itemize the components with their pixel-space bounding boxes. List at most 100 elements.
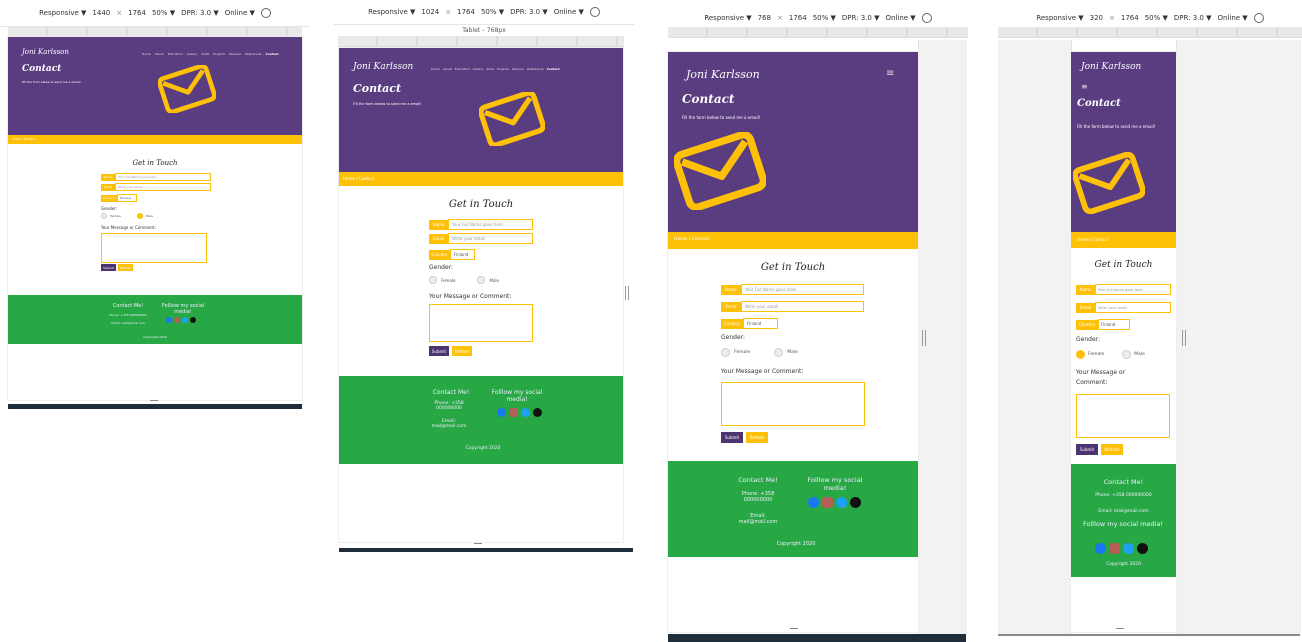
email-input[interactable]: Write your email: [115, 183, 211, 191]
breadcrumb-text[interactable]: Home / Contact: [674, 237, 709, 242]
github-icon[interactable]: [533, 408, 542, 417]
facebook-icon[interactable]: [808, 497, 819, 508]
dpr-dropdown[interactable]: DPR: 3.0 ▼: [181, 9, 219, 17]
rotate-icon[interactable]: [1253, 13, 1264, 23]
message-textarea[interactable]: [721, 382, 865, 426]
hamburger-icon[interactable]: ≡: [1081, 82, 1088, 91]
instagram-icon[interactable]: [509, 408, 518, 417]
zoom-dropdown[interactable]: 50% ▼: [1145, 14, 1168, 22]
refresh-button[interactable]: Refresh: [746, 432, 768, 443]
width-input[interactable]: 768: [758, 14, 771, 22]
bottom-resize-handle[interactable]: [1116, 628, 1124, 629]
message-textarea[interactable]: [101, 233, 207, 263]
email-input[interactable]: Write your email: [741, 301, 864, 312]
female-radio[interactable]: [1076, 350, 1085, 359]
twitter-icon[interactable]: [836, 497, 847, 508]
responsive-dropdown[interactable]: Responsive ▼: [1036, 14, 1083, 22]
height-input[interactable]: 1764: [457, 8, 475, 16]
responsive-dropdown[interactable]: Responsive ▼: [704, 14, 751, 22]
breadcrumb-text[interactable]: Home / Contact: [12, 137, 35, 141]
nav-education[interactable]: Education: [168, 52, 183, 56]
submit-button[interactable]: Submit: [429, 346, 449, 356]
dpr-dropdown[interactable]: DPR: 3.0 ▼: [510, 8, 548, 16]
instagram-icon[interactable]: [822, 497, 833, 508]
rotate-icon[interactable]: [921, 13, 932, 23]
female-radio[interactable]: [429, 276, 437, 284]
nav-resume[interactable]: Resume: [229, 52, 241, 56]
breadcrumb-text[interactable]: Home / Contact: [1077, 237, 1108, 242]
message-textarea[interactable]: [429, 304, 533, 342]
country-select[interactable]: Finland: [117, 194, 137, 202]
github-icon[interactable]: [190, 317, 196, 323]
height-input[interactable]: 1764: [1121, 14, 1139, 22]
bottom-resize-handle[interactable]: [790, 628, 798, 629]
email-input[interactable]: Write your email: [448, 233, 533, 244]
submit-button[interactable]: Submit: [721, 432, 743, 443]
brand[interactable]: Joni Karlsson: [1081, 62, 1141, 72]
country-select[interactable]: Finland: [450, 249, 475, 260]
brand[interactable]: Joni Karlsson: [686, 68, 760, 81]
facebook-icon[interactable]: [1095, 543, 1106, 554]
side-resize-handle[interactable]: [922, 330, 926, 346]
name-input[interactable]: Your Full Name goes here: [1095, 284, 1171, 295]
nav-contact[interactable]: Contact: [266, 52, 279, 56]
name-input[interactable]: Your Full Name goes here: [448, 219, 533, 230]
facebook-icon[interactable]: [497, 408, 506, 417]
twitter-icon[interactable]: [182, 317, 188, 323]
width-input[interactable]: 1440: [92, 9, 110, 17]
github-icon[interactable]: [1137, 543, 1148, 554]
network-dropdown[interactable]: Online ▼: [1217, 14, 1247, 22]
brand[interactable]: Joni Karlsson: [353, 62, 413, 72]
facebook-icon[interactable]: [166, 317, 172, 323]
male-radio[interactable]: [1122, 350, 1132, 359]
submit-button[interactable]: Submit: [101, 264, 116, 271]
zoom-dropdown[interactable]: 50% ▼: [152, 9, 175, 17]
nav-resume[interactable]: Resume: [512, 67, 524, 71]
responsive-dropdown[interactable]: Responsive ▼: [368, 8, 415, 16]
dpr-dropdown[interactable]: DPR: 3.0 ▼: [842, 14, 880, 22]
width-input[interactable]: 1024: [421, 8, 439, 16]
nav-home[interactable]: Home: [142, 52, 151, 56]
dpr-dropdown[interactable]: DPR: 3.0 ▼: [1174, 14, 1212, 22]
bottom-resize-handle[interactable]: [474, 543, 482, 544]
name-input[interactable]: Your Full Name goes here: [115, 173, 211, 181]
network-dropdown[interactable]: Online ▼: [885, 14, 915, 22]
breadcrumb-text[interactable]: Home / Contact: [343, 176, 374, 181]
width-input[interactable]: 320: [1090, 14, 1103, 22]
nav-references[interactable]: References: [527, 67, 544, 71]
twitter-icon[interactable]: [521, 408, 530, 417]
brand[interactable]: Joni Karlsson: [22, 48, 69, 56]
name-input[interactable]: Your Full Name goes here: [741, 284, 864, 295]
nav-projects[interactable]: Projects: [213, 52, 225, 56]
nav-home[interactable]: Home: [431, 67, 440, 71]
side-resize-handle[interactable]: [1182, 330, 1186, 346]
nav-projects[interactable]: Projects: [497, 67, 509, 71]
male-radio[interactable]: [774, 348, 784, 357]
instagram-icon[interactable]: [174, 317, 180, 323]
twitter-icon[interactable]: [1123, 543, 1134, 554]
submit-button[interactable]: Submit: [1076, 444, 1098, 455]
nav-about[interactable]: About: [443, 67, 452, 71]
email-input[interactable]: Write your email: [1095, 302, 1171, 313]
nav-gallery[interactable]: Gallery: [187, 52, 198, 56]
github-icon[interactable]: [850, 497, 861, 508]
nav-references[interactable]: References: [245, 52, 262, 56]
message-textarea[interactable]: [1076, 394, 1170, 438]
network-dropdown[interactable]: Online ▼: [554, 8, 584, 16]
nav-education[interactable]: Education: [455, 67, 470, 71]
nav-skills[interactable]: Skills: [486, 67, 494, 71]
country-select[interactable]: Finland: [1098, 319, 1130, 330]
refresh-button[interactable]: Refresh: [118, 264, 133, 271]
nav-gallery[interactable]: Gallery: [473, 67, 484, 71]
nav-skills[interactable]: Skills: [201, 52, 209, 56]
country-select[interactable]: Finland: [743, 318, 778, 329]
network-dropdown[interactable]: Online ▼: [225, 9, 255, 17]
responsive-dropdown[interactable]: Responsive ▼: [39, 9, 86, 17]
zoom-dropdown[interactable]: 50% ▼: [813, 14, 836, 22]
zoom-dropdown[interactable]: 50% ▼: [481, 8, 504, 16]
male-radio[interactable]: [136, 213, 143, 219]
male-radio[interactable]: [477, 276, 486, 284]
side-resize-handle[interactable]: [625, 286, 629, 300]
female-radio[interactable]: [721, 348, 730, 357]
refresh-button[interactable]: Refresh: [452, 346, 472, 356]
